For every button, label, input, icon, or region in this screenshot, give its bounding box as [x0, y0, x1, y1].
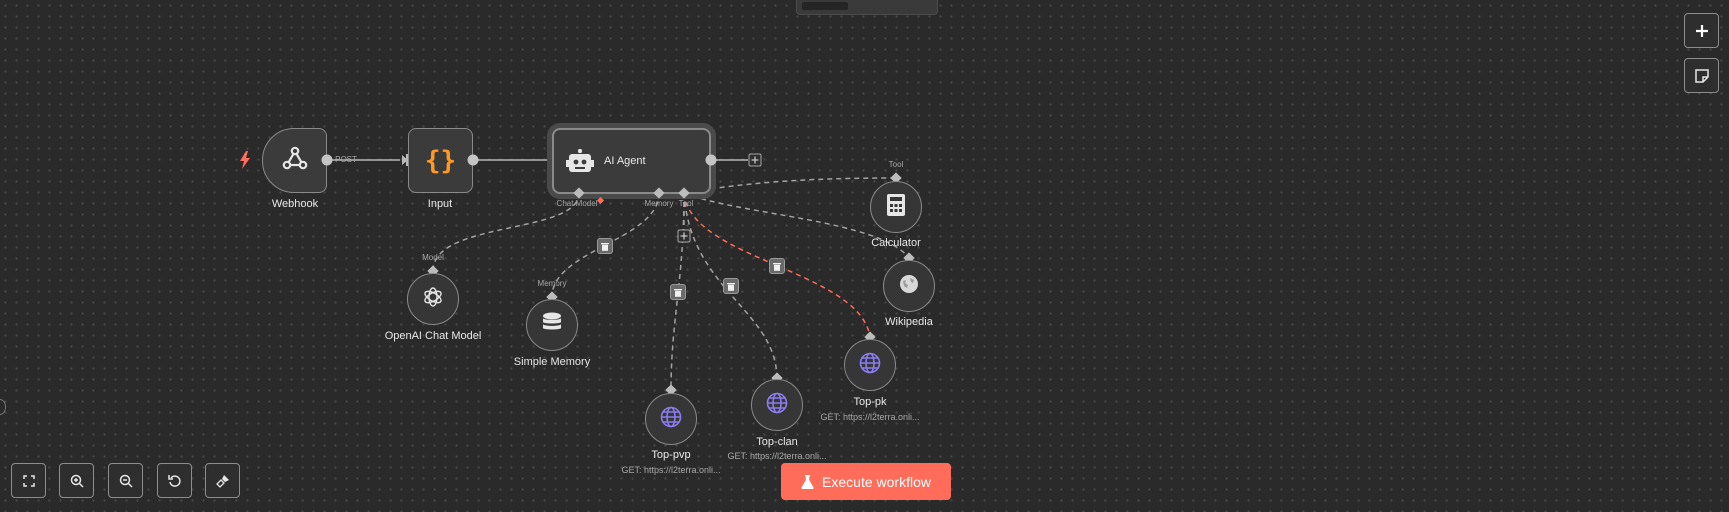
wikipedia-icon: [899, 274, 919, 299]
tidy-up-icon: [215, 474, 229, 488]
memory-port-label: Memory: [644, 199, 674, 208]
zoom-in-button[interactable]: [59, 463, 94, 498]
tool-port-label: Tool: [678, 199, 694, 208]
trash-icon: [674, 288, 682, 297]
trigger-bolt-icon: [239, 151, 251, 174]
connections-layer: [327, 154, 910, 391]
add-node-after-agent-button[interactable]: [748, 153, 762, 167]
robot-icon: [566, 149, 594, 180]
delete-toppvp-connection-button[interactable]: [670, 284, 686, 300]
simple-memory-label: Simple Memory: [513, 356, 591, 368]
edge-tool-calculator[interactable]: [683, 177, 897, 194]
webhook-output-handle[interactable]: [321, 154, 333, 166]
top-panel-tab[interactable]: [796, 0, 938, 15]
execute-workflow-button[interactable]: Execute workflow: [781, 463, 951, 500]
delete-topclan-connection-button[interactable]: [723, 278, 739, 294]
reset-zoom-icon: [167, 474, 181, 487]
tidy-up-button[interactable]: [205, 463, 240, 498]
tool-target-label: Tool: [888, 160, 904, 169]
trash-icon: [773, 262, 781, 271]
input-node[interactable]: {}: [408, 128, 473, 193]
wikipedia-label: Wikipedia: [885, 316, 933, 328]
memory-target-label: Memory: [537, 279, 567, 288]
fit-view-button[interactable]: [11, 463, 46, 498]
top-pvp-subtitle: GET: https://l2terra.onli...: [621, 465, 721, 475]
flask-icon: [801, 474, 814, 489]
trash-icon: [727, 282, 735, 291]
globe-icon: [660, 406, 682, 433]
database-icon: [542, 312, 562, 339]
top-clan-node[interactable]: [751, 379, 803, 431]
top-clan-subtitle: GET: https://l2terra.onli...: [727, 451, 827, 461]
add-node-button[interactable]: [1684, 13, 1719, 48]
top-pvp-node[interactable]: [645, 393, 697, 445]
agent-output-handle[interactable]: [705, 154, 717, 166]
top-pk-subtitle: GET: https://l2terra.onli...: [820, 412, 920, 422]
delete-memory-connection-button[interactable]: [597, 238, 613, 254]
execute-workflow-label: Execute workflow: [822, 473, 931, 490]
fit-view-icon: [22, 474, 35, 487]
top-pvp-label: Top-pvp: [651, 449, 691, 461]
plus-icon: [680, 232, 688, 240]
openai-chat-model-label: OpenAI Chat Model: [384, 330, 482, 342]
zoom-in-icon: [70, 474, 84, 488]
top-clan-label: Top-clan: [756, 436, 798, 448]
globe-icon: [766, 392, 788, 419]
add-tool-button[interactable]: [677, 229, 691, 243]
ai-agent-node[interactable]: AI Agent: [552, 128, 711, 194]
webhook-label: Webhook: [271, 198, 319, 210]
sticky-note-icon: [1694, 68, 1709, 83]
model-port-label: Model: [422, 253, 444, 262]
chat-model-port-label: Chat Model: [556, 199, 598, 208]
openai-chat-model-node[interactable]: [407, 273, 459, 325]
input-output-handle[interactable]: [467, 154, 479, 166]
calculator-node[interactable]: [870, 181, 922, 233]
simple-memory-node[interactable]: [526, 299, 578, 351]
wikipedia-node[interactable]: [883, 260, 935, 312]
plus-icon: [1695, 24, 1708, 37]
calculator-icon: [887, 193, 905, 221]
reset-zoom-button[interactable]: [157, 463, 192, 498]
top-pk-label: Top-pk: [853, 396, 887, 408]
edge-label-post: POST: [335, 155, 357, 164]
ai-agent-label: AI Agent: [604, 155, 646, 167]
top-panel-segment[interactable]: [802, 2, 848, 10]
plus-icon: [751, 156, 759, 164]
delete-toppk-connection-button[interactable]: [769, 258, 785, 274]
globe-icon: [859, 352, 881, 379]
zoom-out-icon: [119, 474, 133, 488]
webhook-icon: [281, 144, 309, 177]
webhook-node[interactable]: [262, 128, 327, 193]
openai-icon: [421, 285, 445, 314]
top-pk-node[interactable]: [844, 339, 896, 391]
braces-icon: {}: [424, 145, 457, 176]
trash-icon: [601, 242, 609, 251]
add-sticky-note-button[interactable]: [1684, 58, 1719, 93]
input-label: Input: [427, 198, 453, 210]
zoom-out-button[interactable]: [108, 463, 143, 498]
calculator-label: Calculator: [871, 237, 921, 249]
